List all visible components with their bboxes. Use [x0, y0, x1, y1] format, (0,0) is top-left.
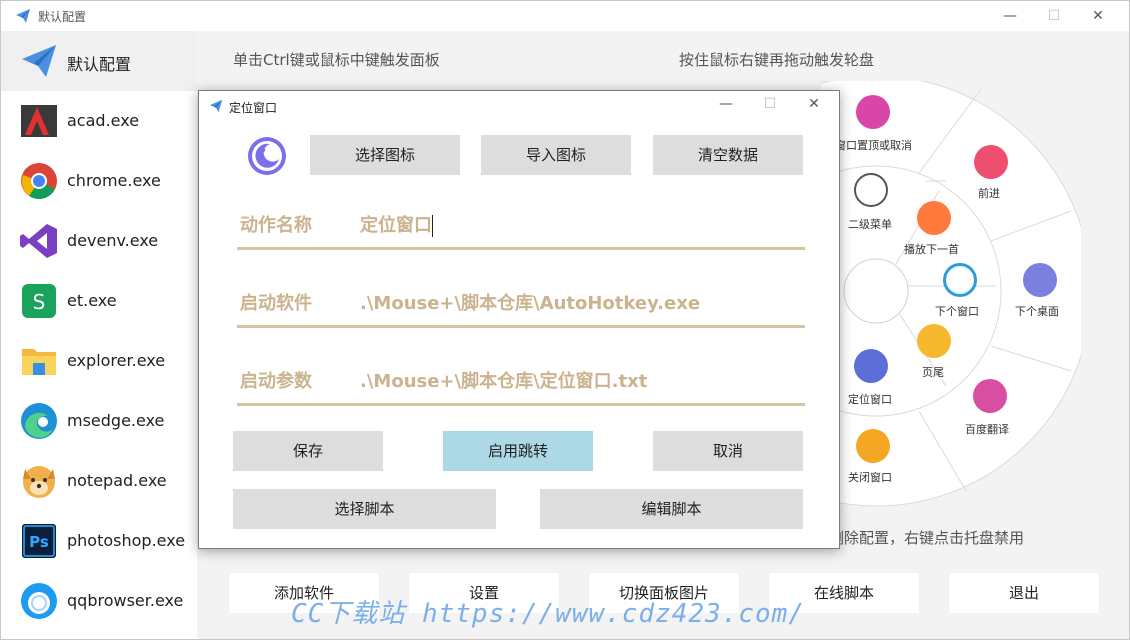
launch-args-input[interactable]: .\Mouse+\脚本仓库\定位窗口.txt: [360, 367, 647, 393]
svg-text:S: S: [33, 290, 46, 314]
chrome-icon: [21, 163, 57, 199]
action-name-underline: [237, 247, 805, 250]
dialog-close-button[interactable]: ✕: [799, 93, 829, 115]
wheel-item-next-desktop[interactable]: 下个桌面: [1015, 303, 1059, 319]
wheel-item-forward[interactable]: 前进: [978, 185, 1000, 201]
sidebar: 默认配置 acad.exe chrome.exe devenv.exe S et…: [1, 31, 197, 639]
select-icon-button[interactable]: 选择图标: [310, 135, 460, 175]
sidebar-item-label: 默认配置: [67, 55, 132, 74]
sidebar-item-label: devenv.exe: [67, 231, 159, 250]
launch-app-label: 启动软件: [240, 293, 312, 314]
cancel-button[interactable]: 取消: [653, 431, 803, 471]
dialog-maximize-button[interactable]: ☐: [755, 93, 785, 115]
photoshop-icon: Ps: [22, 524, 56, 558]
translate-icon[interactable]: [973, 379, 1007, 413]
autocad-icon: [21, 105, 57, 137]
edit-script-button[interactable]: 编辑脚本: [540, 489, 803, 529]
folder-icon: [22, 349, 56, 375]
import-icon-button[interactable]: 导入图标: [481, 135, 631, 175]
sidebar-item-label: et.exe: [67, 291, 117, 310]
launch-app-underline: [237, 325, 805, 328]
exit-button[interactable]: 退出: [949, 573, 1099, 613]
sidebar-item-qqbrowser[interactable]: qqbrowser.exe: [1, 571, 197, 631]
launch-app-input[interactable]: .\Mouse+\脚本仓库\AutoHotkey.exe: [360, 289, 700, 315]
paper-plane-icon: [22, 45, 56, 77]
window-pin-icon[interactable]: [856, 95, 890, 129]
wheel-item-pin[interactable]: 窗口置顶或取消: [835, 137, 912, 153]
action-name-label: 动作名称: [240, 215, 312, 236]
sidebar-item-msedge[interactable]: msedge.exe: [1, 391, 197, 451]
wheel-item-locate[interactable]: 定位窗口: [848, 391, 892, 407]
wheel-item-translate[interactable]: 百度翻译: [965, 421, 1009, 437]
sidebar-item-explorer[interactable]: explorer.exe: [1, 331, 197, 391]
hint-wheel-trigger: 按住鼠标右键再拖动触发轮盘: [679, 51, 875, 69]
locate-window-icon[interactable]: [854, 349, 888, 383]
sidebar-item-chrome[interactable]: chrome.exe: [1, 151, 197, 211]
wps-et-icon: S: [22, 284, 56, 318]
sidebar-item-photoshop[interactable]: Ps photoshop.exe: [1, 511, 197, 571]
paper-plane-icon: [16, 9, 30, 23]
bulb-icon[interactable]: [917, 324, 951, 358]
dialog-title: 定位窗口: [229, 101, 278, 115]
edge-icon: [21, 403, 57, 439]
wheel-item-play-next[interactable]: 播放下一首: [904, 241, 959, 257]
sidebar-item-label: explorer.exe: [67, 351, 166, 370]
moon-icon[interactable]: [246, 135, 288, 177]
maximize-button[interactable]: ☐: [1039, 5, 1069, 27]
play-next-icon[interactable]: [917, 201, 951, 235]
qqbrowser-icon: [21, 583, 57, 619]
minimize-button[interactable]: —: [995, 5, 1025, 27]
window-title: 默认配置: [38, 10, 87, 24]
launch-args-label: 启动参数: [240, 371, 312, 392]
radial-wheel: 窗口置顶或取消 前进 二级菜单 播放下一首 下个窗口 下个桌面 页尾 定位窗口 …: [821, 81, 1081, 521]
action-name-value: 定位窗口: [360, 215, 432, 236]
hint-tray: 删除配置，右键点击托盘禁用: [829, 529, 1025, 547]
text-caret: [432, 215, 433, 237]
sidebar-item-devenv[interactable]: devenv.exe: [1, 211, 197, 271]
save-button[interactable]: 保存: [233, 431, 383, 471]
wheel-item-submenu[interactable]: 二级菜单: [848, 216, 892, 232]
action-name-input[interactable]: 定位窗口: [360, 211, 433, 237]
title-bar: 默认配置 — ☐ ✕: [1, 1, 1129, 31]
sidebar-item-label: photoshop.exe: [67, 531, 186, 550]
wheel-item-close-window[interactable]: 关闭窗口: [848, 469, 892, 485]
locate-window-dialog: 定位窗口 — ☐ ✕ 选择图标 导入图标 清空数据 动作名称 定位窗口 启动软件…: [198, 90, 840, 549]
submenu-icon[interactable]: [854, 173, 888, 207]
wheel-item-page-end[interactable]: 页尾: [922, 364, 944, 380]
watermark-text: CC下载站 https://www.cdz423.com/: [291, 599, 805, 629]
sidebar-item-label: chrome.exe: [67, 171, 161, 190]
sidebar-item-et[interactable]: S et.exe: [1, 271, 197, 331]
launch-args-underline: [237, 403, 805, 406]
hint-panel-trigger: 单击Ctrl键或鼠标中键触发面板: [233, 51, 440, 69]
svg-text:Ps: Ps: [29, 533, 49, 551]
sidebar-item-label: notepad.exe: [67, 471, 167, 490]
visual-studio-icon: [20, 224, 57, 258]
music-icon[interactable]: [1023, 263, 1057, 297]
sidebar-item-label: qqbrowser.exe: [67, 591, 184, 610]
dialog-minimize-button[interactable]: —: [711, 93, 741, 115]
wheel-item-next-window[interactable]: 下个窗口: [935, 303, 979, 319]
select-script-button[interactable]: 选择脚本: [233, 489, 496, 529]
sidebar-item-label: msedge.exe: [67, 411, 165, 430]
dog-icon: [23, 466, 55, 498]
clear-data-button[interactable]: 清空数据: [653, 135, 803, 175]
power-icon[interactable]: [943, 263, 977, 297]
sidebar-item-default[interactable]: 默认配置: [1, 31, 197, 91]
forward-icon[interactable]: [974, 145, 1008, 179]
sidebar-item-notepad[interactable]: notepad.exe: [1, 451, 197, 511]
enable-jump-button[interactable]: 启用跳转: [443, 431, 593, 471]
sidebar-item-acad[interactable]: acad.exe: [1, 91, 197, 151]
paper-plane-icon: [209, 99, 223, 113]
close-window-icon[interactable]: [856, 429, 890, 463]
close-button[interactable]: ✕: [1083, 5, 1113, 27]
sidebar-item-label: acad.exe: [67, 111, 140, 130]
